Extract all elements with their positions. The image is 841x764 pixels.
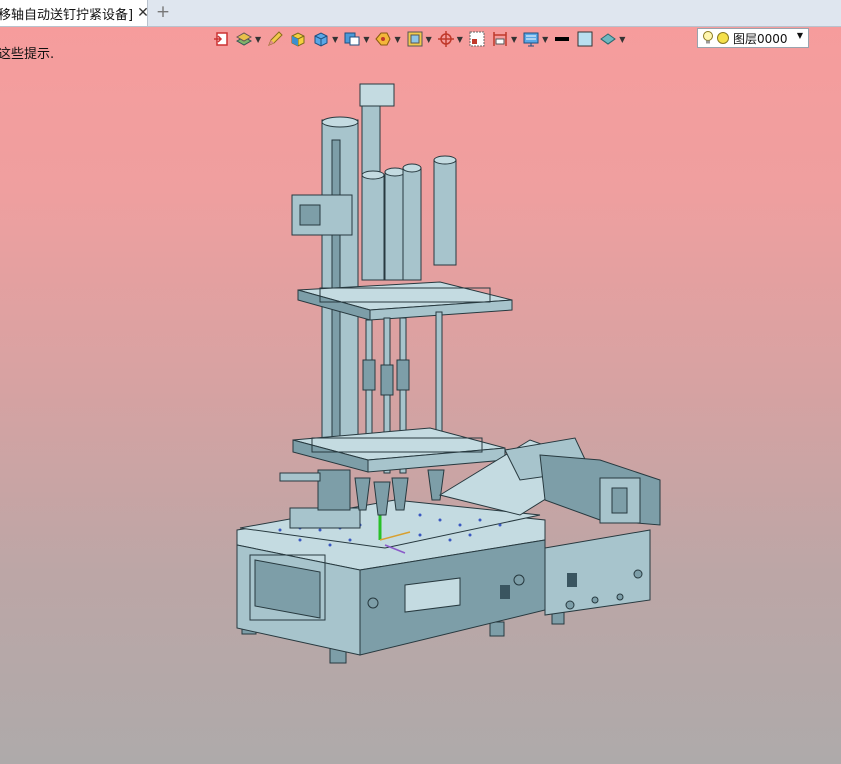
hint-text: 这些提示. xyxy=(0,47,55,62)
axis-icon[interactable]: ▼ xyxy=(437,28,463,50)
section-icon[interactable]: ▼ xyxy=(374,28,401,50)
material-icon[interactable]: ▼ xyxy=(599,28,625,50)
color-swatch-icon[interactable] xyxy=(576,28,594,50)
bulb-icon xyxy=(703,31,713,44)
column-base xyxy=(279,469,361,529)
plus-icon[interactable]: + xyxy=(154,2,172,22)
cad-model-viewport[interactable]: .m { fill:#a7c4cc; stroke:#27393f; strok… xyxy=(230,80,670,680)
close-icon[interactable]: ✕ xyxy=(137,5,149,21)
sun-icon xyxy=(717,32,729,44)
view-toolbar: ▼ ▼ ▼ ▼ ▼ ▼ ▼ ▼ ▼ xyxy=(212,28,630,50)
display-icon[interactable]: ▼ xyxy=(522,28,548,50)
tab-bar: 移轴自动送钉拧紧设备] ✕ + xyxy=(0,0,841,27)
line-style-icon[interactable] xyxy=(553,28,571,50)
pencil-icon[interactable] xyxy=(266,28,284,50)
frame-icon[interactable]: ▼ xyxy=(406,28,432,50)
box-select-icon[interactable] xyxy=(468,28,486,50)
views-icon[interactable]: ▼ xyxy=(343,28,369,50)
layer-selector[interactable]: 图层0000 ▼ xyxy=(697,28,809,48)
document-tab[interactable]: 移轴自动送钉拧紧设备] ✕ xyxy=(0,0,149,26)
layer-name: 图层0000 xyxy=(733,31,788,46)
tab-title: 移轴自动送钉拧紧设备] xyxy=(0,7,134,23)
layers-icon[interactable]: ▼ xyxy=(235,28,261,50)
render-mode-icon[interactable] xyxy=(212,28,230,50)
cube-blue-icon[interactable]: ▼ xyxy=(312,28,338,50)
dimension-icon[interactable]: ▼ xyxy=(491,28,517,50)
chevron-down-icon[interactable]: ▼ xyxy=(797,31,803,40)
cube-yellow-icon[interactable] xyxy=(289,28,307,50)
screw-motors xyxy=(361,155,457,281)
